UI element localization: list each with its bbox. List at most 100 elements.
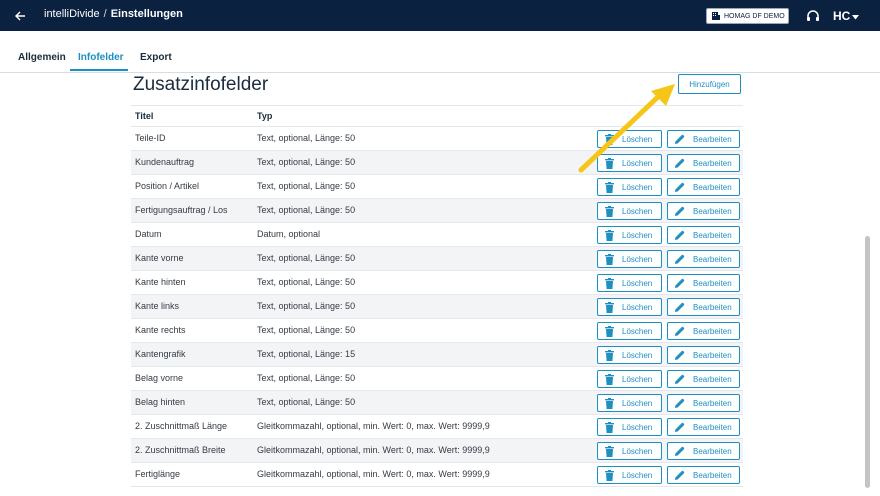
edit-button-label: Bearbeiten: [693, 350, 732, 360]
breadcrumb: intelliDivide / Einstellungen: [44, 8, 183, 20]
breadcrumb-separator: /: [103, 8, 107, 20]
edit-button[interactable]: Bearbeiten: [667, 322, 740, 340]
delete-button[interactable]: Löschen: [597, 418, 662, 436]
trash-icon: [604, 133, 615, 145]
delete-button-label: Löschen: [622, 422, 653, 432]
table-row: Belag hinten Text, optional, Länge: 50 Lös…: [131, 391, 743, 415]
row-title: Kantengrafik: [135, 349, 186, 359]
breadcrumb-app[interactable]: intelliDivide: [44, 8, 100, 20]
pencil-icon: [674, 230, 685, 241]
trash-icon: [604, 181, 615, 193]
settings-tabs: Allgemein Infofelder Export: [0, 46, 880, 73]
edit-button-label: Bearbeiten: [693, 422, 732, 432]
column-header-title: Titel: [135, 111, 154, 121]
edit-button[interactable]: Bearbeiten: [667, 178, 740, 196]
trash-icon: [604, 277, 615, 289]
edit-button[interactable]: Bearbeiten: [667, 226, 740, 244]
row-type: Text, optional, Länge: 50: [257, 157, 356, 167]
info-fields-table: Titel Typ Teile-ID Text, optional, Länge:…: [131, 105, 743, 487]
delete-button[interactable]: Löschen: [597, 250, 662, 268]
delete-button[interactable]: Löschen: [597, 394, 662, 412]
row-type: Text, optional, Länge: 50: [257, 325, 356, 335]
trash-icon: [604, 373, 615, 385]
tab-export[interactable]: Export: [140, 52, 172, 63]
delete-button-label: Löschen: [622, 206, 653, 216]
row-title: Teile-ID: [135, 133, 166, 143]
pencil-icon: [674, 470, 685, 481]
delete-button-label: Löschen: [622, 278, 653, 288]
scrollbar-thumb[interactable]: [865, 236, 870, 488]
edit-button[interactable]: Bearbeiten: [667, 130, 740, 148]
edit-button[interactable]: Bearbeiten: [667, 442, 740, 460]
table-row: 2. Zuschnittmaß Länge Gleitkommazahl, opt…: [131, 415, 743, 439]
table-row: Kantengrafik Text, optional, Länge: 15 Lös…: [131, 343, 743, 367]
tab-infofelder[interactable]: Infofelder: [78, 52, 124, 63]
edit-button-label: Bearbeiten: [693, 206, 732, 216]
trash-icon: [604, 205, 615, 217]
edit-button[interactable]: Bearbeiten: [667, 154, 740, 172]
delete-button[interactable]: Löschen: [597, 202, 662, 220]
table-row: Datum Datum, optional Löschen Bearbeiten: [131, 223, 743, 247]
delete-button-label: Löschen: [622, 182, 653, 192]
delete-button[interactable]: Löschen: [597, 154, 662, 172]
row-type: Text, optional, Länge: 50: [257, 133, 356, 143]
delete-button-label: Löschen: [622, 374, 653, 384]
delete-button[interactable]: Löschen: [597, 466, 662, 484]
tenant-name: HOMAG DF DEMO: [724, 12, 785, 20]
edit-button[interactable]: Bearbeiten: [667, 250, 740, 268]
edit-button[interactable]: Bearbeiten: [667, 466, 740, 484]
page-title: Zusatzinfofelder: [133, 74, 269, 95]
user-initials: HC: [833, 9, 851, 23]
user-menu[interactable]: HC: [833, 8, 860, 24]
delete-button[interactable]: Löschen: [597, 442, 662, 460]
delete-button-label: Löschen: [622, 470, 653, 480]
pencil-icon: [674, 350, 685, 361]
delete-button[interactable]: Löschen: [597, 130, 662, 148]
trash-icon: [604, 445, 615, 457]
tab-allgemein[interactable]: Allgemein: [18, 52, 66, 63]
pencil-icon: [674, 446, 685, 457]
table-row: Kundenauftrag Text, optional, Länge: 50 Lö…: [131, 151, 743, 175]
back-arrow-icon[interactable]: [10, 6, 30, 26]
delete-button[interactable]: Löschen: [597, 322, 662, 340]
trash-icon: [604, 421, 615, 433]
row-title: Datum: [135, 229, 162, 239]
pencil-icon: [674, 326, 685, 337]
row-title: Fertigungsauftrag / Los: [135, 205, 228, 215]
edit-button[interactable]: Bearbeiten: [667, 418, 740, 436]
delete-button[interactable]: Löschen: [597, 274, 662, 292]
edit-button[interactable]: Bearbeiten: [667, 370, 740, 388]
edit-button[interactable]: Bearbeiten: [667, 202, 740, 220]
delete-button[interactable]: Löschen: [597, 178, 662, 196]
trash-icon: [604, 349, 615, 361]
edit-button[interactable]: Bearbeiten: [667, 346, 740, 364]
pencil-icon: [674, 278, 685, 289]
delete-button-label: Löschen: [622, 134, 653, 144]
delete-button[interactable]: Löschen: [597, 370, 662, 388]
edit-button-label: Bearbeiten: [693, 254, 732, 264]
pencil-icon: [674, 182, 685, 193]
row-type: Datum, optional: [257, 229, 321, 239]
delete-button-label: Löschen: [622, 254, 653, 264]
edit-button[interactable]: Bearbeiten: [667, 274, 740, 292]
support-headset-icon[interactable]: [805, 8, 821, 24]
row-type: Text, optional, Länge: 15: [257, 349, 356, 359]
trash-icon: [604, 253, 615, 265]
row-title: Kante links: [135, 301, 180, 311]
table-row: Belag vorne Text, optional, Länge: 50 Lösc…: [131, 367, 743, 391]
edit-button[interactable]: Bearbeiten: [667, 298, 740, 316]
add-button[interactable]: Hinzufügen: [678, 74, 741, 94]
delete-button-label: Löschen: [622, 446, 653, 456]
edit-button-label: Bearbeiten: [693, 374, 732, 384]
delete-button[interactable]: Löschen: [597, 226, 662, 244]
edit-button[interactable]: Bearbeiten: [667, 394, 740, 412]
edit-button-label: Bearbeiten: [693, 182, 732, 192]
row-type: Text, optional, Länge: 50: [257, 373, 356, 383]
delete-button[interactable]: Löschen: [597, 346, 662, 364]
tenant-selector[interactable]: HOMAG DF DEMO: [706, 8, 789, 24]
row-type: Gleitkommazahl, optional, min. Wert: 0, …: [257, 445, 490, 455]
delete-button[interactable]: Löschen: [597, 298, 662, 316]
trash-icon: [604, 325, 615, 337]
row-type: Text, optional, Länge: 50: [257, 205, 356, 215]
delete-button-label: Löschen: [622, 350, 653, 360]
